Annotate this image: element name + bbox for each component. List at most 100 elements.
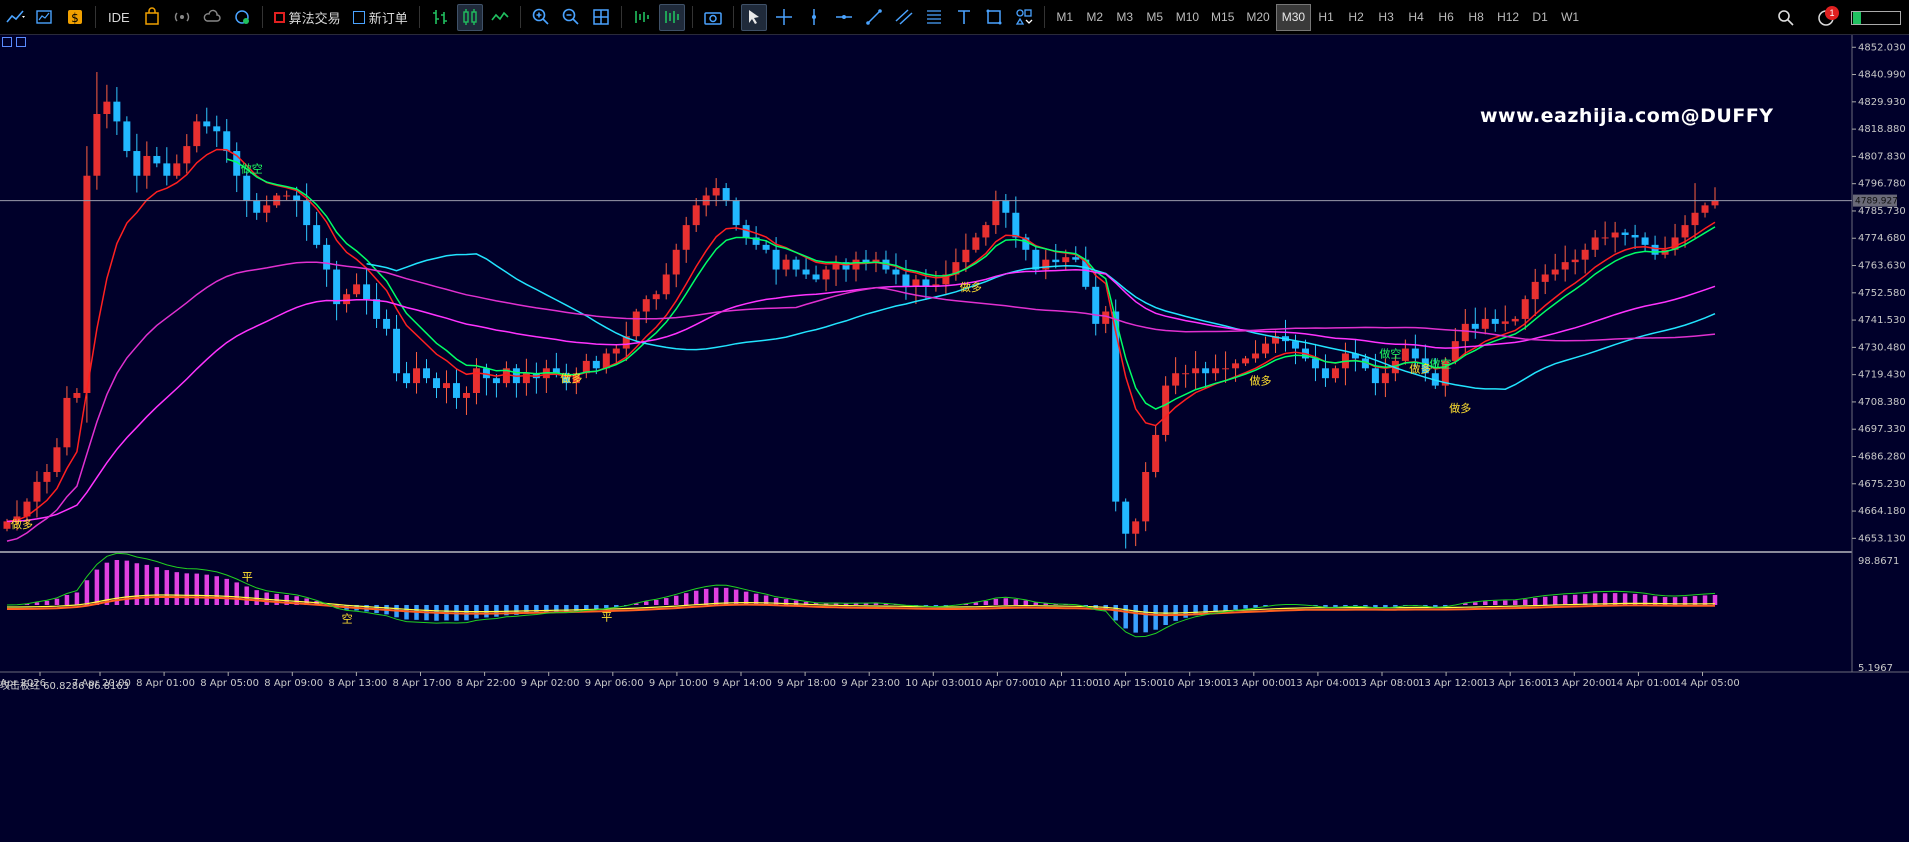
- timeframe-h8[interactable]: H8: [1461, 4, 1491, 31]
- cloud-icon[interactable]: [199, 4, 225, 31]
- chart-window[interactable]: 4852.030 4840.990 4829.930 4818.880 4807.830…: [0, 35, 1909, 842]
- timeframe-m5[interactable]: M5: [1140, 4, 1170, 31]
- cursor-pointer-icon[interactable]: [740, 3, 767, 31]
- candle-body: [982, 225, 990, 238]
- bar-chart-icon[interactable]: [427, 4, 453, 31]
- candle-body: [662, 274, 670, 295]
- time-tick-label: 13 Apr 04:00: [1290, 678, 1355, 689]
- tile-windows-icon[interactable]: [588, 4, 614, 31]
- candle-body: [1072, 257, 1080, 260]
- timeframe-m3[interactable]: M3: [1110, 4, 1140, 31]
- signals-icon[interactable]: [169, 4, 195, 31]
- price-tick-label: 4719.430: [1858, 370, 1906, 381]
- candle-body: [1561, 262, 1569, 270]
- price-tick-label: 4852.030: [1858, 42, 1906, 53]
- timeframe-m1[interactable]: M1: [1050, 4, 1080, 31]
- toolbar-separator: [732, 6, 734, 28]
- candle-body: [43, 471, 51, 482]
- price-chart-canvas[interactable]: 4852.030 4840.990 4829.930 4818.880 4807.830…: [0, 35, 1909, 842]
- candle-body: [462, 392, 470, 398]
- candlestick-chart-icon[interactable]: [456, 3, 483, 31]
- timeframe-m2[interactable]: M2: [1080, 4, 1110, 31]
- vertical-line-icon[interactable]: [801, 4, 827, 31]
- fibonacci-icon[interactable]: [921, 4, 947, 31]
- timeframe-m30[interactable]: M30: [1275, 3, 1312, 31]
- candle-body: [682, 225, 690, 250]
- screenshot-camera-icon[interactable]: [700, 4, 726, 31]
- timeframe-h3[interactable]: H3: [1371, 4, 1401, 31]
- price-tick-label: 4675.230: [1858, 479, 1906, 490]
- candle-body: [1621, 232, 1629, 235]
- horizontal-line-icon[interactable]: [831, 4, 857, 31]
- crosshair-icon[interactable]: [771, 4, 797, 31]
- search-icon[interactable]: [1773, 4, 1799, 31]
- price-tick-label: 4796.780: [1858, 179, 1906, 190]
- timeframe-w1[interactable]: W1: [1555, 4, 1585, 31]
- timeframe-h1[interactable]: H1: [1311, 4, 1341, 31]
- market-bag-icon[interactable]: [139, 4, 165, 31]
- chart-template-icon[interactable]: [32, 4, 58, 31]
- timeframe-h2[interactable]: H2: [1341, 4, 1371, 31]
- one-click-trading-icon[interactable]: [2, 37, 12, 47]
- candle-body: [173, 163, 181, 176]
- new-order-button[interactable]: 新订单: [347, 4, 414, 31]
- vps-globe-icon[interactable]: [229, 4, 255, 31]
- chart-shift-icon[interactable]: [658, 3, 685, 31]
- text-tool-icon[interactable]: [951, 4, 977, 31]
- notification-badge: 1: [1825, 6, 1839, 20]
- candle-body: [1611, 232, 1619, 238]
- timeframe-d1[interactable]: D1: [1525, 4, 1555, 31]
- depth-of-market-icon[interactable]: [16, 37, 26, 47]
- trading-dollar-icon[interactable]: $: [62, 4, 88, 31]
- timeframe-h12[interactable]: H12: [1491, 4, 1525, 31]
- timeframe-m20[interactable]: M20: [1240, 4, 1275, 31]
- indicator-signal-label: 平: [601, 611, 612, 624]
- candle-body: [802, 269, 810, 275]
- line-chart-icon[interactable]: [487, 4, 513, 31]
- candle-body: [213, 126, 221, 132]
- toolbar-separator: [519, 6, 521, 28]
- candle-body: [293, 195, 301, 201]
- indicator-pane-background: [0, 554, 1852, 672]
- candle-body: [1681, 225, 1689, 238]
- signal-label: 做多: [1449, 401, 1471, 415]
- candle-body: [1262, 343, 1270, 354]
- candle-body: [732, 200, 740, 226]
- zoom-out-icon[interactable]: [558, 4, 584, 31]
- shapes-menu-icon[interactable]: [1011, 4, 1037, 31]
- channel-icon[interactable]: [891, 4, 917, 31]
- candle-body: [1491, 318, 1499, 324]
- timeframe-h6[interactable]: H6: [1431, 4, 1461, 31]
- candle-body: [1092, 286, 1100, 324]
- candle-body: [243, 175, 251, 201]
- timeframe-m10[interactable]: M10: [1170, 4, 1205, 31]
- candle-body: [442, 383, 450, 389]
- zoom-in-icon[interactable]: [528, 4, 554, 31]
- notifications-button[interactable]: 1: [1813, 4, 1839, 31]
- connection-signal-icon[interactable]: [1851, 10, 1901, 25]
- candle-body: [1511, 318, 1519, 322]
- signal-label: 做空: [1379, 346, 1401, 360]
- signal-label: 做空: [241, 161, 263, 175]
- candle-body: [1012, 212, 1020, 238]
- rectangle-tool-icon[interactable]: [981, 4, 1007, 31]
- candle-body: [892, 269, 900, 275]
- candle-body: [1172, 373, 1180, 386]
- autoscroll-icon[interactable]: [629, 4, 655, 31]
- trendline-icon[interactable]: [861, 4, 887, 31]
- algo-trading-button[interactable]: 算法交易: [268, 4, 347, 31]
- candle-body: [1551, 269, 1559, 275]
- timeframe-h4[interactable]: H4: [1401, 4, 1431, 31]
- candle-body: [1132, 521, 1140, 534]
- chart-type-line-icon[interactable]: [2, 4, 28, 31]
- candle-body: [203, 121, 211, 127]
- time-tick-label: 13 Apr 12:00: [1418, 678, 1483, 689]
- ide-button[interactable]: IDE: [103, 4, 135, 31]
- candle-body: [63, 397, 71, 448]
- timeframe-m15[interactable]: M15: [1205, 4, 1240, 31]
- candle-body: [1192, 368, 1200, 374]
- toolbar-separator: [261, 6, 263, 28]
- candle-body: [1212, 368, 1220, 374]
- price-tick-label: 4708.380: [1858, 397, 1906, 408]
- candle-body: [363, 284, 371, 300]
